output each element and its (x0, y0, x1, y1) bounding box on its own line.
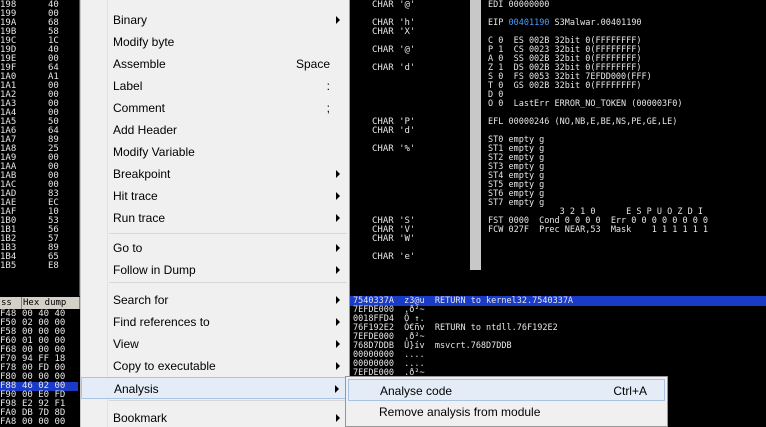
submenu-arrow-icon (336, 296, 340, 304)
dump-row[interactable]: FA8 00 00 00 (0, 418, 78, 427)
register-line: EFL 00000246 (NO,NB,E,BE,NS,PE,GE,LE) (488, 117, 678, 127)
menu-item-label: Comment (113, 101, 166, 115)
menu-item-label: Search for (113, 293, 169, 307)
menu-item-label: View (113, 337, 139, 351)
menu-item-label: Modify Variable (113, 145, 195, 159)
eip-value[interactable]: 00401190 (508, 18, 549, 28)
menu-separator (109, 282, 347, 283)
menu-item-label: Copy to executable (113, 359, 216, 373)
menu-item-find-references-to[interactable]: Find references to (81, 311, 349, 333)
menu-item-label[interactable]: Label: (81, 75, 349, 97)
disasm-comment: CHAR 'e' (372, 252, 416, 262)
submenu-arrow-icon (336, 192, 340, 200)
submenu-arrow-icon (336, 340, 340, 348)
dump-address: FA8 (0, 417, 17, 427)
menu-item-label: Hit trace (113, 189, 158, 203)
submenu-arrow-icon (335, 385, 339, 393)
disasm-comments-pane[interactable]: CHAR '@' CHAR 'h' CHAR 'X' CHAR '@' CHAR 'd'… (350, 0, 472, 268)
submenu-arrow-icon (336, 414, 340, 422)
menu-item-label: Find references to (113, 315, 210, 329)
menu-item-label: Run trace (113, 211, 166, 225)
menu-item-comment[interactable]: Comment; (81, 97, 349, 119)
register-line: T 0 GS 002B 32bit 0(FFFFFFFF) (488, 81, 642, 91)
disasm-comment: CHAR '@' (372, 45, 416, 55)
submenu-item-label: Analyse code (380, 384, 453, 398)
menu-item-add-header[interactable]: Add Header (81, 119, 349, 141)
menu-item-go-to[interactable]: Go to (81, 237, 349, 259)
context-menu[interactable]: Binary Modify byte Assemble Space Label: Comm… (80, 0, 350, 427)
dump-header-address[interactable]: ss (0, 297, 22, 309)
menu-item-label: Modify byte (113, 35, 175, 49)
dump-header-hex[interactable]: Hex dump (22, 297, 80, 309)
menu-item-label: Add Header (113, 123, 178, 137)
disasm-address: 1B5 (0, 261, 17, 271)
submenu-item-remove-analysis-from-module[interactable]: Remove analysis from module (348, 401, 665, 423)
submenu-item-analyse-code[interactable]: Analyse code Ctrl+A (348, 379, 665, 401)
register-line: EDI 00000000 (488, 0, 550, 10)
register-line: O 0 LastErr ERROR_NO_TOKEN (000003F0) (488, 99, 683, 109)
menu-item-label: Breakpoint (113, 167, 171, 181)
disasm-footer (350, 270, 481, 296)
menu-item-label: Assemble (113, 57, 166, 71)
disasm-comment: CHAR 'd' (372, 126, 416, 136)
menu-item-analysis[interactable]: Analysis (81, 377, 349, 399)
disasm-scrollbar[interactable] (470, 0, 481, 270)
menu-item-shortcut: ; (326, 101, 330, 115)
menu-item-binary[interactable]: Binary (81, 9, 349, 31)
menu-item-label: Follow in Dump (113, 263, 196, 277)
disasm-byte: E8 (48, 261, 59, 271)
menu-item-label: Analysis (114, 382, 159, 396)
submenu-arrow-icon (336, 170, 340, 178)
menu-item-label: Go to (113, 241, 143, 255)
menu-item-bookmark[interactable]: Bookmark (81, 407, 349, 427)
dump-bytes: 00 00 00 (22, 417, 66, 427)
register-line: EIP 00401190 S3Malwar.00401190 (488, 18, 642, 28)
disasm-row[interactable]: 1B5 E8 (0, 262, 78, 271)
submenu-arrow-icon (336, 214, 340, 222)
menu-item-modify-variable[interactable]: Modify Variable (81, 141, 349, 163)
disasm-comment: CHAR '%' (372, 144, 416, 154)
menu-item-label: Bookmark (113, 411, 168, 425)
disasm-comment: CHAR 'W' (372, 234, 416, 244)
menu-item-breakpoint[interactable]: Breakpoint (81, 163, 349, 185)
hex-dump-pane[interactable]: F48 00 40 40 F50 02 00 00 F58 00 00 00 F60 01 0… (0, 309, 80, 427)
submenu-item-shortcut: Ctrl+A (613, 384, 647, 398)
disasm-comment: CHAR 'd' (372, 63, 416, 73)
menu-separator (109, 400, 347, 401)
menu-item-assemble[interactable]: Assemble Space (81, 53, 349, 75)
menu-item-hit-trace[interactable]: Hit trace (81, 185, 349, 207)
disasm-comment: CHAR 'X' (372, 27, 416, 37)
menu-item-shortcut: : (326, 79, 330, 93)
dump-header: ss Hex dump (0, 297, 80, 309)
submenu-arrow-icon (336, 362, 340, 370)
menu-item-follow-in-dump[interactable]: Follow in Dump (81, 259, 349, 281)
disasm-comment: CHAR '@' (372, 0, 416, 10)
menu-item-run-trace[interactable]: Run trace (81, 207, 349, 229)
submenu-arrow-icon (336, 266, 340, 274)
submenu-arrow-icon (336, 16, 340, 24)
menu-item-view[interactable]: View (81, 333, 349, 355)
register-line: FCW 027F Prec NEAR,53 Mask 1 1 1 1 1 1 (488, 225, 709, 235)
submenu-arrow-icon (336, 244, 340, 252)
menu-item-label: Binary (113, 13, 148, 27)
menu-item-shortcut: Space (295, 57, 330, 71)
analysis-submenu[interactable]: Analyse code Ctrl+A Remove analysis from m… (345, 376, 668, 427)
registers-pane[interactable]: EDI 00000000 EIP 00401190 S3Malwar.004011… (481, 0, 766, 296)
menu-item-search-for[interactable]: Search for (81, 289, 349, 311)
submenu-item-label: Remove analysis from module (379, 405, 541, 419)
menu-separator (109, 233, 347, 234)
submenu-arrow-icon (336, 318, 340, 326)
cpu-disasm-left-pane[interactable]: 198 40 199 00 19A 68 19B 58 19C 1C 19D 40 19E 00 19F 64… (0, 0, 80, 296)
menu-item-label: Label (113, 79, 143, 93)
menu-item-copy-to-executable[interactable]: Copy to executable (81, 355, 349, 377)
menu-item-modify-byte[interactable]: Modify byte (81, 31, 349, 53)
